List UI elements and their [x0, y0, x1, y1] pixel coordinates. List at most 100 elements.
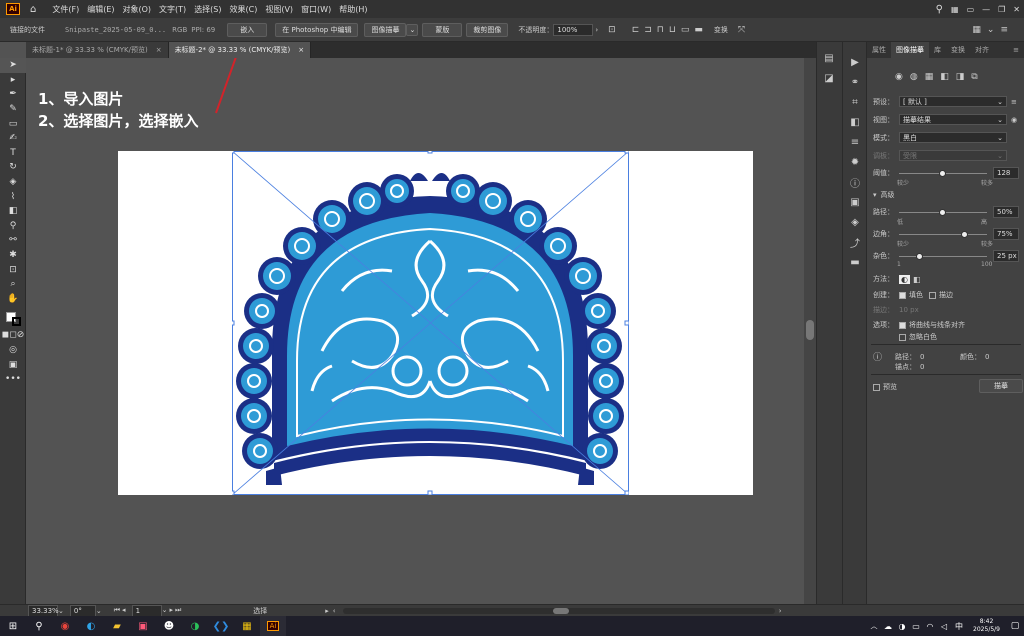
- blend-tool-icon[interactable]: ⚯: [0, 233, 26, 248]
- horizontal-scrollbar[interactable]: [342, 607, 775, 614]
- tab-align[interactable]: 对齐: [970, 42, 994, 58]
- color-mode-icons[interactable]: ◼◻⊘: [0, 328, 26, 343]
- draw-mode-icon[interactable]: ◎: [0, 343, 26, 358]
- rotation-dropdown-icon[interactable]: ⌄: [96, 607, 102, 615]
- restore-icon[interactable]: ❐: [994, 5, 1009, 14]
- links-panel-icon[interactable]: ⚭: [843, 72, 867, 92]
- tray-network-icon[interactable]: ◠: [923, 616, 937, 636]
- tab-image-trace[interactable]: 图像描摹: [891, 42, 929, 58]
- snap-curves-checkbox[interactable]: [899, 321, 906, 329]
- eraser-tool-icon[interactable]: ◈: [0, 175, 26, 190]
- recolor-icon[interactable]: ⊡: [608, 25, 616, 35]
- tray-display-icon[interactable]: ▭: [909, 616, 923, 636]
- workspace-icon[interactable]: ▦: [947, 5, 963, 14]
- artboards-panel-icon[interactable]: ▤: [817, 48, 841, 68]
- overlapping-method-icon[interactable]: ◧: [913, 275, 921, 284]
- view-dropdown[interactable]: 描摹结果 ⌄: [899, 114, 1007, 125]
- pen-tool-icon[interactable]: ✒: [0, 87, 26, 102]
- curvature-tool-icon[interactable]: ✎: [0, 102, 26, 117]
- zoom-tool-icon[interactable]: ⌕: [0, 277, 26, 292]
- ime-indicator[interactable]: 中: [951, 616, 967, 636]
- windows-start-icon[interactable]: ⊞: [0, 616, 26, 636]
- preset-menu-icon[interactable]: ≡: [1011, 98, 1017, 106]
- paths-slider[interactable]: [899, 208, 987, 216]
- slider-knob[interactable]: [939, 209, 946, 216]
- paintbrush-tool-icon[interactable]: ✍: [0, 131, 26, 146]
- isolate-icon[interactable]: ⤧: [738, 25, 745, 35]
- noise-field[interactable]: 25 px: [993, 250, 1019, 262]
- tray-expand-icon[interactable]: ︿: [867, 616, 881, 636]
- menu-help[interactable]: 帮助(H): [335, 4, 371, 15]
- illustrator-taskbar-icon[interactable]: Ai: [260, 616, 286, 636]
- abutting-method-icon[interactable]: ◐: [899, 274, 910, 284]
- menu-window[interactable]: 窗口(W): [297, 4, 335, 15]
- shape-builder-tool-icon[interactable]: ◧: [0, 204, 26, 219]
- tab-libraries[interactable]: 库: [929, 42, 946, 58]
- menu-type[interactable]: 文字(T): [155, 4, 190, 15]
- threshold-slider[interactable]: [899, 169, 987, 177]
- artboard-tool-icon[interactable]: ⊡: [0, 262, 26, 277]
- close-icon[interactable]: ✕: [1009, 5, 1024, 14]
- more-tools-icon[interactable]: •••: [0, 372, 26, 387]
- scroll-thumb[interactable]: [806, 320, 814, 340]
- artboard-field[interactable]: 1: [131, 604, 162, 617]
- qq-icon[interactable]: ☻: [156, 616, 182, 636]
- gradient-panel-icon[interactable]: ◧: [843, 112, 867, 132]
- status-scroll-left-icon[interactable]: ‹: [333, 607, 343, 615]
- edge-icon[interactable]: ◐: [78, 616, 104, 636]
- align-icons[interactable]: ⊏⊐⊓⊔▭▬: [632, 25, 708, 35]
- embed-button[interactable]: 嵌入: [227, 22, 268, 37]
- edit-in-photoshop-button[interactable]: 在 Photoshop 中编辑: [275, 22, 359, 37]
- placed-image[interactable]: [232, 151, 629, 495]
- slider-knob[interactable]: [916, 253, 924, 260]
- menu-effect[interactable]: 效果(C): [226, 4, 262, 15]
- ignore-white-checkbox[interactable]: [899, 333, 906, 341]
- eye-icon[interactable]: ◉: [1011, 116, 1017, 124]
- close-tab-icon[interactable]: ×: [298, 46, 304, 54]
- tab-properties[interactable]: 属性: [867, 42, 891, 58]
- zoom-dropdown-icon[interactable]: ⌄: [58, 607, 64, 615]
- rotation-field[interactable]: 0°: [69, 604, 96, 617]
- advanced-toggle[interactable]: ▾ 高级: [873, 190, 895, 200]
- asset-export-icon[interactable]: ◪: [817, 68, 841, 88]
- type-tool-icon[interactable]: T: [0, 146, 26, 161]
- menu-object[interactable]: 对象(O): [119, 4, 156, 15]
- artboard-nav-next-icon[interactable]: ⌄▸⏭: [162, 606, 184, 615]
- mode-dropdown[interactable]: 黑白 ⌄: [899, 132, 1007, 143]
- slider-knob[interactable]: [961, 231, 968, 238]
- direct-selection-tool-icon[interactable]: ▸: [0, 73, 26, 88]
- zoom-field[interactable]: 33.33%: [28, 604, 59, 617]
- crop-image-button[interactable]: 裁剪图像: [466, 22, 509, 37]
- selection-tool-icon[interactable]: ➤: [0, 58, 26, 73]
- preview-checkbox[interactable]: [873, 383, 880, 391]
- linked-file-link[interactable]: 链接的文件: [10, 25, 45, 35]
- scroll-thumb[interactable]: [552, 607, 569, 614]
- transform-link[interactable]: 变换: [714, 25, 728, 35]
- image-trace-button[interactable]: 图像描摹: [364, 22, 407, 37]
- tray-volume-icon[interactable]: ◁: [937, 616, 951, 636]
- comments-panel-icon[interactable]: ▬: [843, 252, 867, 272]
- fill-checkbox[interactable]: [899, 291, 906, 299]
- stroke-checkbox[interactable]: [929, 291, 936, 299]
- clock[interactable]: 8:42 2025/5/9: [973, 618, 1000, 634]
- image-panel-icon[interactable]: ▣: [843, 192, 867, 212]
- opacity-arrow-icon[interactable]: ›: [595, 26, 598, 34]
- mask-button[interactable]: 蒙版: [422, 22, 463, 37]
- rotate-tool-icon[interactable]: ↻: [0, 160, 26, 175]
- arrange-icon[interactable]: ▭: [963, 5, 979, 14]
- status-scroll-right-icon[interactable]: ›: [779, 607, 782, 615]
- preset-dropdown[interactable]: [ 默认 ] ⌄: [899, 96, 1007, 107]
- vertical-scrollbar[interactable]: [804, 58, 816, 604]
- tray-app-icon[interactable]: ☁: [881, 616, 895, 636]
- fill-stroke-swatch-icon[interactable]: [0, 306, 26, 328]
- lanhu-icon[interactable]: ▣: [130, 616, 156, 636]
- wechat-icon[interactable]: ◑: [182, 616, 208, 636]
- menu-file[interactable]: 文件(F): [48, 4, 83, 15]
- actions-panel-icon[interactable]: ▶: [843, 52, 867, 72]
- tab-untitled-1[interactable]: 未标题-1* @ 33.33 % (CMYK/预览) ×: [26, 42, 169, 58]
- layers-panel-icon[interactable]: ◈: [843, 212, 867, 232]
- minimize-icon[interactable]: —: [978, 5, 994, 14]
- artboard-nav-prev-icon[interactable]: ⏮◂: [114, 606, 128, 615]
- status-arrow-icon[interactable]: ▸: [325, 607, 329, 615]
- menu-edit[interactable]: 编辑(E): [83, 4, 118, 15]
